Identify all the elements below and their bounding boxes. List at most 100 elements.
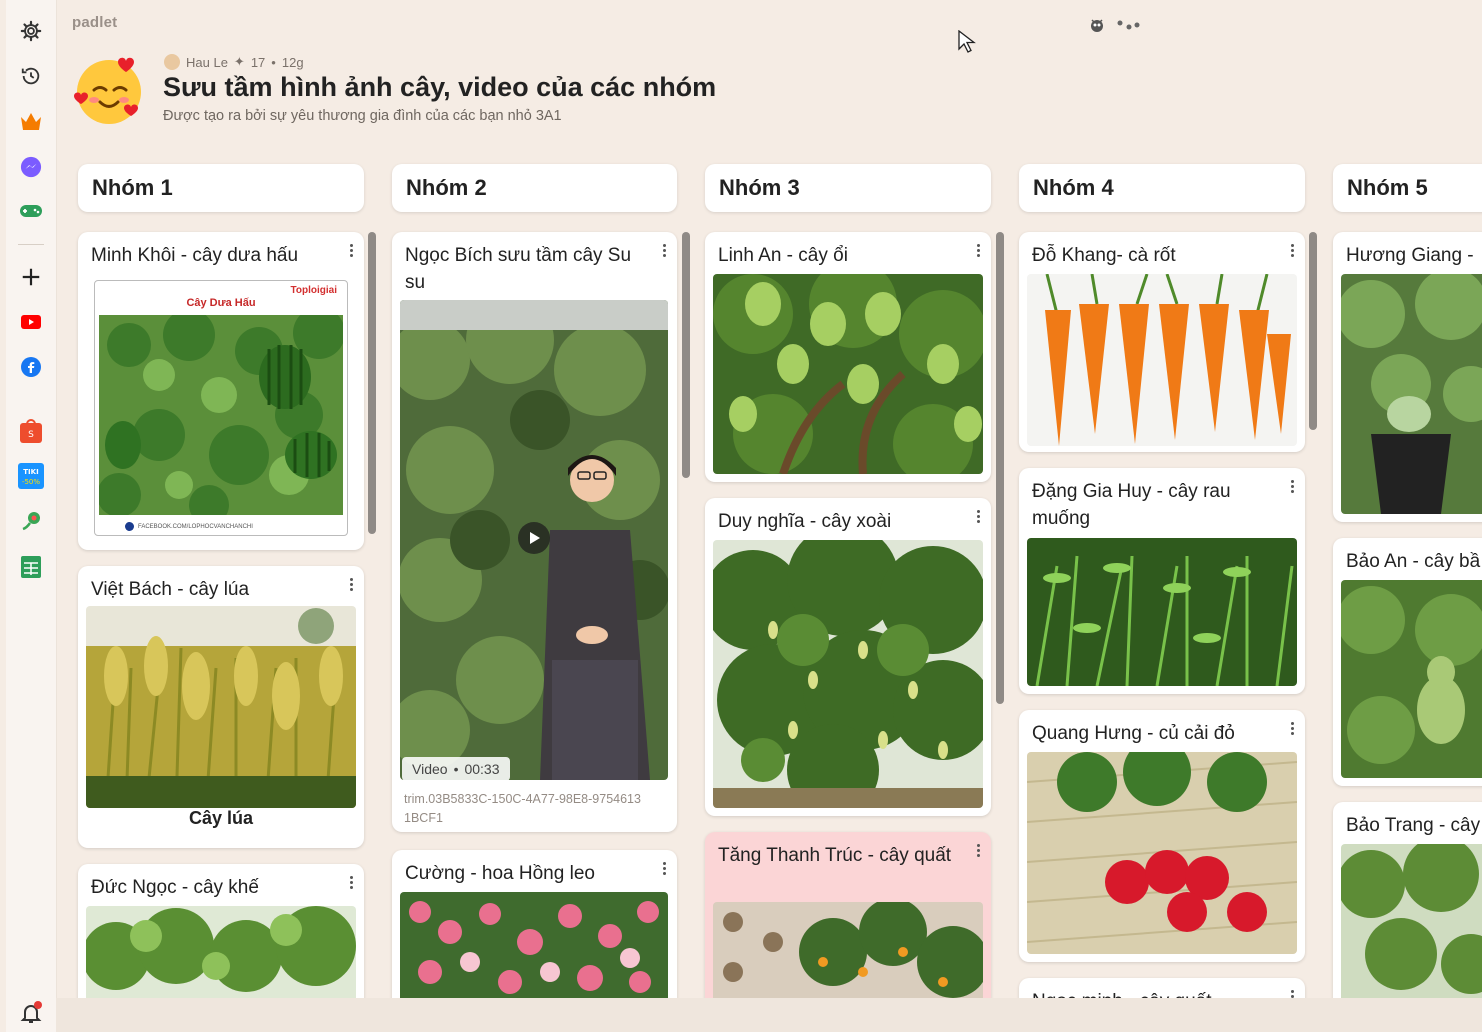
history-icon[interactable] <box>18 63 44 89</box>
post-card[interactable]: Đặng Gia Huy - cây rau muống <box>1019 468 1305 694</box>
gear-icon[interactable] <box>18 18 44 44</box>
post-title: Đặng Gia Huy - cây rau muống <box>1032 481 1231 529</box>
messenger-icon[interactable] <box>18 154 44 180</box>
author-line: Hau Le ✦ 17 • 12g <box>164 54 304 70</box>
shopee-icon[interactable]: S <box>18 418 44 444</box>
dot-separator: • <box>271 54 276 70</box>
water-spinach-image[interactable] <box>1027 538 1297 686</box>
svg-text:TIKI: TIKI <box>23 468 38 476</box>
post-title: Tăng Thanh Trúc - cây quất <box>718 845 952 866</box>
sheet-icon[interactable] <box>18 554 44 580</box>
watermelon-field-illustration <box>99 315 343 515</box>
post-card[interactable]: Bảo An - cây bầ <box>1333 538 1482 786</box>
image-label: Cây Dưa Hấu <box>186 297 256 309</box>
kumquat-image[interactable] <box>713 902 983 1002</box>
post-menu-icon[interactable] <box>346 576 356 594</box>
column-header-5[interactable]: Nhóm 5 <box>1333 164 1482 212</box>
post-card[interactable]: Việt Bách - cây lúa Cây lúa <box>78 566 364 848</box>
post-card[interactable]: Bảo Trang - cây <box>1333 802 1482 1014</box>
plus-icon[interactable] <box>18 264 44 290</box>
rice-field-illustration <box>86 606 356 808</box>
crown-icon[interactable] <box>18 109 44 135</box>
kohlrabi-image[interactable] <box>1341 274 1482 514</box>
video-badge: Video • 00:33 <box>402 757 510 781</box>
column-scrollbar[interactable] <box>1309 232 1317 430</box>
tree-illustration <box>1341 844 1482 1004</box>
guava-image[interactable] <box>713 274 983 474</box>
starfruit-image[interactable] <box>86 906 356 1006</box>
radish-image[interactable] <box>1027 752 1297 954</box>
top-toolbar <box>1086 14 1142 36</box>
carrot-image[interactable] <box>1027 274 1297 446</box>
post-title: Bảo Trang - cây <box>1346 815 1481 836</box>
image-footer: FACEBOOK.COM/LOPHOCVANCHANCHI <box>125 522 253 531</box>
padlet-logo[interactable]: padlet <box>72 14 117 31</box>
kohlrabi-plant-illustration <box>1341 274 1482 514</box>
rice-image[interactable] <box>86 606 356 808</box>
post-card[interactable]: Tăng Thanh Trúc - cây quất <box>705 832 991 1014</box>
post-menu-icon[interactable] <box>973 242 983 260</box>
bell-icon[interactable] <box>18 1000 44 1026</box>
mouse-cursor-icon <box>958 30 976 53</box>
mango-tree-illustration <box>713 540 983 808</box>
post-menu-icon[interactable] <box>1287 242 1297 260</box>
post-title: Cường - hoa Hồng leo <box>405 863 595 884</box>
more-icon[interactable] <box>1116 19 1142 31</box>
post-menu-icon[interactable] <box>346 874 356 892</box>
post-menu-icon[interactable] <box>1287 478 1297 496</box>
post-card[interactable]: Quang Hưng - củ cải đỏ <box>1019 710 1305 962</box>
post-card[interactable]: Cường - hoa Hồng leo <box>392 850 677 1014</box>
facebook-icon[interactable] <box>18 354 44 380</box>
post-card[interactable]: Minh Khôi - cây dưa hấu Toploigiai Cây D… <box>78 232 364 550</box>
bot-icon[interactable] <box>1086 14 1108 36</box>
post-title: Hương Giang - <box>1346 245 1474 266</box>
climbing-rose-image[interactable] <box>400 892 668 1002</box>
tiki-icon[interactable]: TIKI -50% <box>18 463 44 489</box>
gourd-image[interactable] <box>1341 580 1482 778</box>
post-time: 12g <box>281 54 304 70</box>
post-menu-icon[interactable] <box>346 242 356 260</box>
post-menu-icon[interactable] <box>659 860 669 878</box>
post-card[interactable]: Đỗ Khang- cà rốt <box>1019 232 1305 452</box>
post-card[interactable]: Duy nghĩa - cây xoài <box>705 498 991 816</box>
column-header-2[interactable]: Nhóm 2 <box>392 164 677 212</box>
column-header-3[interactable]: Nhóm 3 <box>705 164 991 212</box>
column-scrollbar[interactable] <box>682 232 690 478</box>
tree-image[interactable] <box>1341 844 1482 1004</box>
post-title: Đức Ngọc - cây khế <box>91 877 259 898</box>
play-icon[interactable] <box>518 522 550 554</box>
post-card[interactable]: Linh An - cây ổi <box>705 232 991 482</box>
post-card[interactable]: Hương Giang - <box>1333 232 1482 522</box>
author-avatar[interactable] <box>164 54 180 70</box>
post-title: Duy nghĩa - cây xoài <box>718 511 892 532</box>
post-title: Đỗ Khang- cà rốt <box>1032 245 1176 266</box>
red-radish-illustration <box>1027 752 1297 954</box>
column-scrollbar[interactable] <box>996 232 1004 704</box>
column-scrollbar[interactable] <box>368 232 376 534</box>
image-footer-text: FACEBOOK.COM/LOPHOCVANCHANCHI <box>138 523 253 530</box>
image-brand: Toploigiai <box>290 285 337 296</box>
map-pin-icon[interactable] <box>18 508 44 534</box>
starfruit-tree-illustration <box>86 906 356 1006</box>
post-menu-icon[interactable] <box>1287 720 1297 738</box>
page-title[interactable]: Sưu tầm hình ảnh cây, video của các nhóm <box>163 72 716 103</box>
mango-image[interactable] <box>713 540 983 808</box>
likes-count: 17 <box>250 54 266 70</box>
post-card[interactable]: Ngọc Bích sưu tầm cây Su su <box>392 232 677 832</box>
gamepad-icon[interactable] <box>18 198 44 224</box>
post-menu-icon[interactable] <box>973 508 983 526</box>
watermelon-image[interactable]: Toploigiai Cây Dưa Hấu FACEBOOK.COM/LOPH… <box>94 280 348 536</box>
carrots-illustration <box>1027 274 1297 446</box>
author-name[interactable]: Hau Le <box>186 55 228 70</box>
column-header-4[interactable]: Nhóm 4 <box>1019 164 1305 212</box>
video-thumbnail[interactable] <box>400 300 668 780</box>
heart-face-emoji-icon <box>74 57 141 124</box>
post-menu-icon[interactable] <box>973 842 983 860</box>
post-menu-icon[interactable] <box>659 242 669 260</box>
bottom-bar <box>56 998 1482 1032</box>
post-card[interactable]: Đức Ngọc - cây khế <box>78 864 364 1014</box>
video-filename[interactable]: trim.03B5833C-150C-4A77-98E8-97546131BCF… <box>404 790 644 828</box>
sidebar: S TIKI -50% <box>6 0 57 1032</box>
youtube-icon[interactable] <box>18 309 44 335</box>
column-header-1[interactable]: Nhóm 1 <box>78 164 364 212</box>
